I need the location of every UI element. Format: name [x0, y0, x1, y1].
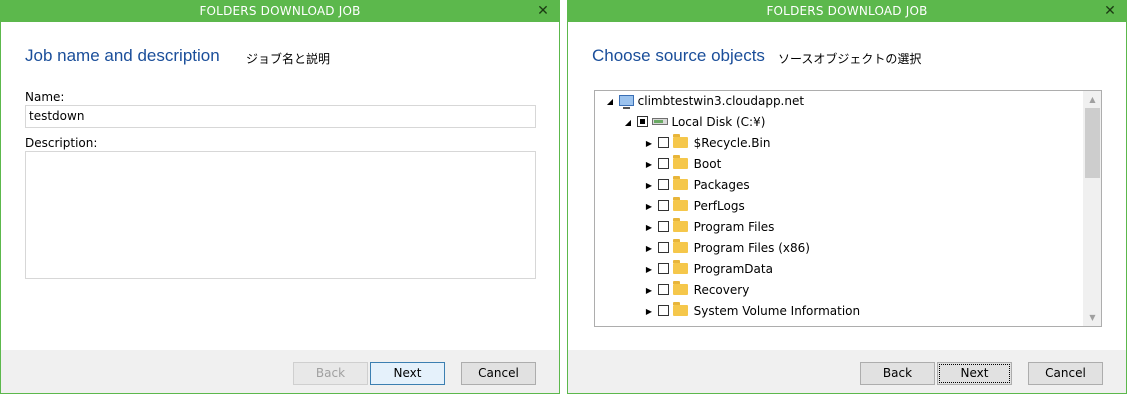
tree-node-label: Boot [693, 157, 722, 171]
scroll-up-icon[interactable]: ▲ [1084, 91, 1101, 108]
next-button[interactable]: Next [937, 362, 1012, 385]
tree-node-folder[interactable]: ▶ Packages [644, 175, 750, 196]
back-button[interactable]: Back [293, 362, 368, 385]
folder-icon [672, 176, 688, 190]
tree-node-label: Packages [693, 178, 750, 192]
checkbox[interactable] [657, 200, 669, 211]
checkbox[interactable] [636, 116, 648, 127]
next-button[interactable]: Next [370, 362, 445, 385]
expand-icon[interactable]: ▶ [644, 133, 654, 154]
tree-node-label: Recovery [693, 283, 750, 297]
tree-node-label: climbtestwin3.cloudapp.net [637, 94, 805, 108]
tree-node-label: ProgramData [693, 262, 773, 276]
back-button[interactable]: Back [860, 362, 935, 385]
job-name-dialog: FOLDERS DOWNLOAD JOB ✕ Job name and desc… [0, 0, 560, 394]
tree-node-disk[interactable]: ◢ Local Disk (C:¥) [623, 112, 766, 133]
tree-node-folder[interactable]: ▶ Recovery [644, 280, 749, 301]
expand-icon[interactable]: ▶ [644, 301, 654, 322]
source-objects-dialog: FOLDERS DOWNLOAD JOB ✕ Choose source obj… [567, 0, 1127, 394]
tree-node-label: Program Files (x86) [693, 241, 810, 255]
title-bar: FOLDERS DOWNLOAD JOB ✕ [568, 1, 1126, 22]
expand-icon[interactable]: ▶ [644, 238, 654, 259]
expand-icon[interactable]: ▶ [644, 280, 654, 301]
expand-icon[interactable]: ▶ [644, 217, 654, 238]
close-icon[interactable]: ✕ [1104, 1, 1116, 22]
page-heading-japanese: ジョブ名と説明 [246, 52, 331, 66]
folder-icon [672, 197, 688, 211]
close-icon[interactable]: ✕ [537, 1, 549, 22]
tree-node-folder[interactable]: ▶ PerfLogs [644, 196, 745, 217]
tree-node-folder[interactable]: ▶ $Recycle.Bin [644, 133, 770, 154]
disk-icon [651, 118, 668, 125]
checkbox[interactable] [657, 158, 669, 169]
checkbox[interactable] [657, 221, 669, 232]
checkbox[interactable] [657, 284, 669, 295]
tree-node-label: Local Disk (C:¥) [671, 115, 766, 129]
folder-icon [672, 239, 688, 253]
checkbox[interactable] [657, 263, 669, 274]
dialog-title: FOLDERS DOWNLOAD JOB [199, 4, 361, 18]
checkbox[interactable] [657, 242, 669, 253]
checkbox[interactable] [657, 137, 669, 148]
page-heading: Job name and description [25, 46, 220, 65]
dialog-title: FOLDERS DOWNLOAD JOB [766, 4, 928, 18]
tree-node-folder[interactable]: ▶ Program Files (x86) [644, 238, 810, 259]
folder-icon [672, 281, 688, 295]
expand-icon[interactable]: ▶ [644, 196, 654, 217]
cancel-button[interactable]: Cancel [461, 362, 536, 385]
folder-icon [672, 155, 688, 169]
page-heading-japanese: ソースオブジェクトの選択 [778, 52, 922, 66]
tree-node-folder[interactable]: ▶ Program Files [644, 217, 774, 238]
checkbox[interactable] [657, 179, 669, 190]
description-textarea[interactable] [25, 151, 536, 279]
expand-icon[interactable]: ▶ [644, 175, 654, 196]
tree-node-label: $Recycle.Bin [693, 136, 771, 150]
folder-icon [672, 302, 688, 316]
source-tree[interactable]: ◢ climbtestwin3.cloudapp.net ◢ Local Dis… [594, 90, 1102, 327]
expand-icon[interactable]: ▶ [644, 154, 654, 175]
checkbox[interactable] [657, 305, 669, 316]
page-heading: Choose source objects [592, 46, 765, 65]
description-label: Description: [25, 136, 98, 150]
scroll-down-icon[interactable]: ▼ [1084, 309, 1101, 326]
expand-icon[interactable]: ▶ [644, 259, 654, 280]
tree-node-folder[interactable]: ▶ Boot [644, 154, 721, 175]
folder-icon [672, 134, 688, 148]
title-bar: FOLDERS DOWNLOAD JOB ✕ [1, 1, 559, 22]
name-label: Name: [25, 90, 65, 104]
tree-node-label: Program Files [693, 220, 775, 234]
cancel-button[interactable]: Cancel [1028, 362, 1103, 385]
collapse-icon[interactable]: ◢ [605, 91, 615, 112]
collapse-icon[interactable]: ◢ [623, 112, 633, 133]
tree-node-label: System Volume Information [693, 304, 861, 318]
folder-icon [672, 260, 688, 274]
tree-node-root[interactable]: ◢ climbtestwin3.cloudapp.net [605, 91, 804, 112]
scroll-thumb[interactable] [1085, 108, 1100, 178]
name-input[interactable]: testdown [25, 105, 536, 128]
tree-node-folder[interactable]: ▶ ProgramData [644, 259, 773, 280]
tree-node-folder[interactable]: ▶ System Volume Information [644, 301, 860, 322]
computer-icon [618, 95, 634, 109]
tree-node-label: PerfLogs [693, 199, 745, 213]
vertical-scrollbar[interactable]: ▲ ▼ [1083, 91, 1101, 326]
folder-icon [672, 218, 688, 232]
